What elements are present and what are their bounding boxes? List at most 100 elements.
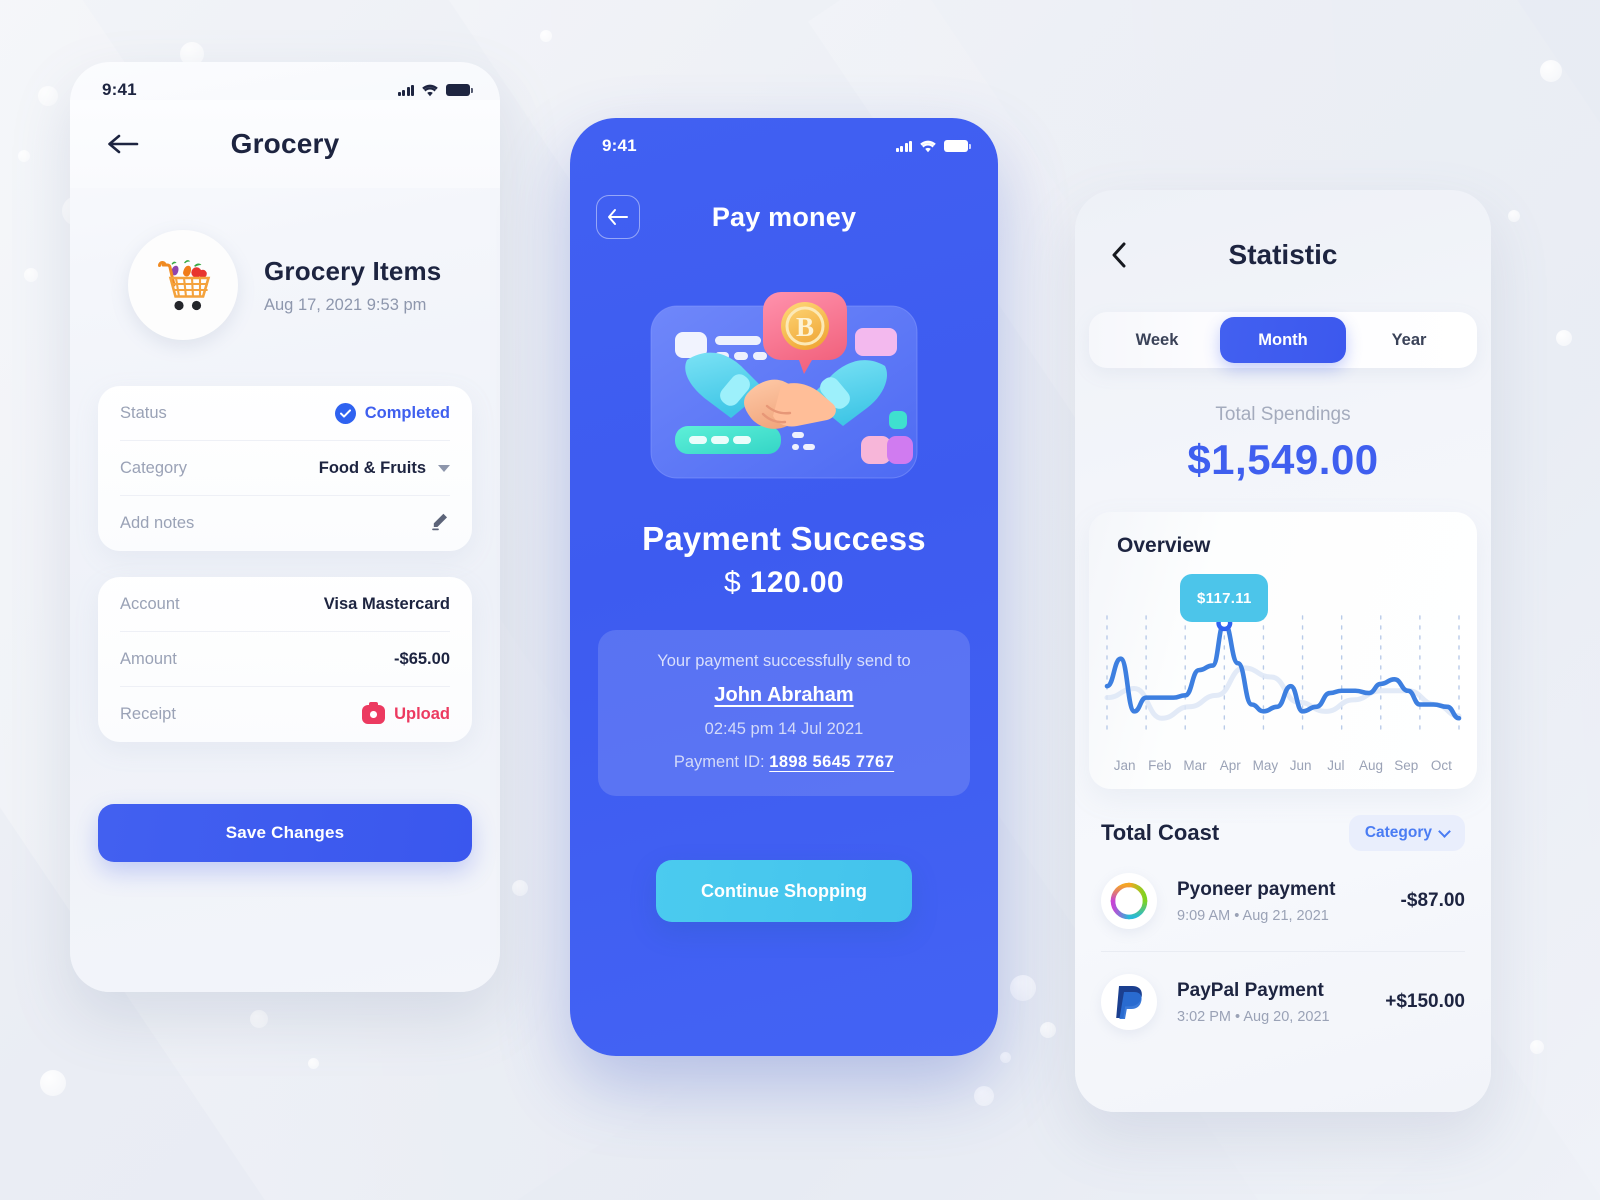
svg-text:B: B — [796, 312, 814, 342]
bg-bokeh — [974, 1086, 994, 1106]
shopping-cart-icon — [128, 230, 238, 340]
x-tick-label: Apr — [1219, 758, 1241, 773]
row-receipt[interactable]: Receipt Upload — [120, 687, 450, 742]
recipient-name[interactable]: John Abraham — [612, 684, 956, 707]
tab-month[interactable]: Month — [1220, 317, 1346, 363]
category-filter-label: Category — [1364, 824, 1432, 841]
row-value: -$65.00 — [394, 649, 450, 668]
status-bar-time: 9:41 — [602, 136, 637, 155]
x-tick-label: May — [1252, 758, 1279, 773]
row-category[interactable]: Category Food & Fruits — [120, 441, 450, 496]
chart-canvas — [1104, 615, 1462, 737]
grocery-item-name: Grocery Items — [264, 255, 442, 286]
battery-icon — [944, 140, 971, 152]
transaction-name: PayPal Payment — [1177, 979, 1324, 1001]
row-add-notes[interactable]: Add notes — [120, 496, 450, 551]
caret-down-icon[interactable] — [438, 464, 450, 472]
3d-payment-illustration: B — [629, 274, 939, 486]
transaction-date: Aug 20, 2021 — [1243, 1008, 1330, 1025]
phone-screen-statistic: Statistic Week Month Year Total Spending… — [1075, 190, 1491, 1112]
pencil-edit-icon[interactable] — [430, 511, 450, 536]
bg-bokeh — [18, 150, 30, 162]
total-coast-title: Total Coast — [1101, 820, 1220, 845]
transaction-amount: +$150.00 — [1385, 991, 1465, 1012]
total-spendings-value: $1,549.00 — [1187, 436, 1379, 483]
transaction-name: Pyoneer payment — [1177, 878, 1336, 900]
status-bar: 9:41 — [570, 118, 998, 156]
battery-icon — [446, 84, 473, 96]
status-badge: Completed — [364, 403, 450, 422]
x-tick-label: Jan — [1113, 758, 1136, 773]
payment-success-block: Payment Success $ 120.00 — [570, 520, 998, 600]
x-tick-label: Mar — [1183, 758, 1207, 773]
chart-x-axis: Jan Feb Mar Apr May Jun Jul Aug Sep Oct — [1089, 758, 1477, 773]
total-spendings-block: Total Spendings $1,549.00 — [1075, 404, 1491, 484]
meta-separator: • — [1234, 907, 1240, 924]
grocery-header: Grocery — [70, 100, 500, 188]
x-tick-label: Feb — [1148, 758, 1172, 773]
overview-line-chart[interactable]: $117.11 — [1089, 574, 1477, 754]
bg-bokeh — [1000, 1052, 1011, 1063]
row-label: Receipt — [120, 705, 176, 723]
payment-id-value[interactable]: 1898 5645 7767 — [769, 753, 894, 771]
bg-bokeh — [1508, 210, 1520, 222]
phone-screen-pay-money: 9:41 Pay money B Payment Success $ 120.0… — [570, 118, 998, 1056]
wifi-icon — [422, 84, 438, 96]
x-tick-label: Oct — [1430, 758, 1452, 773]
row-value[interactable]: Upload — [362, 702, 450, 724]
chart-tooltip: $117.11 — [1180, 574, 1269, 622]
payment-id-label: Payment ID: — [673, 753, 765, 771]
x-tick-label: Jul — [1327, 758, 1345, 773]
bg-bokeh — [1530, 1040, 1544, 1054]
row-amount[interactable]: Amount -$65.00 — [120, 632, 450, 687]
grocery-identity: Grocery Items Aug 17, 2021 9:53 pm — [70, 188, 500, 340]
transaction-time: 3:02 PM — [1177, 1008, 1231, 1025]
phone-screen-grocery: 9:41 Grocery Grocery Items Aug 17, 2021 … — [70, 62, 500, 992]
tab-year[interactable]: Year — [1346, 317, 1472, 363]
bg-bokeh — [38, 86, 58, 106]
list-item[interactable]: PayPal Payment 3:02 PM • Aug 20, 2021 +$… — [1101, 952, 1465, 1052]
camera-icon — [362, 702, 386, 724]
row-value: Completed — [334, 402, 450, 424]
total-coast-header: Total Coast Category — [1101, 815, 1465, 851]
bg-bokeh — [512, 880, 528, 896]
bg-bokeh — [308, 1058, 319, 1069]
transaction-date: Aug 21, 2021 — [1242, 907, 1329, 924]
row-label: Status — [120, 403, 167, 422]
row-account[interactable]: Account Visa Mastercard — [120, 577, 450, 632]
back-arrow-icon[interactable] — [106, 132, 140, 156]
x-tick-label: Sep — [1394, 758, 1419, 773]
grocery-item-date: Aug 17, 2021 9:53 pm — [264, 295, 427, 314]
total-spendings-label: Total Spendings — [1215, 404, 1351, 425]
details-card: Status Completed Category Food & Fruits … — [98, 386, 472, 551]
upload-link[interactable]: Upload — [394, 705, 450, 724]
transaction-meta: 3:02 PM • Aug 20, 2021 — [1177, 1009, 1365, 1025]
row-status[interactable]: Status Completed — [120, 386, 450, 441]
bg-bokeh — [1556, 330, 1572, 346]
save-changes-button[interactable]: Save Changes — [98, 804, 472, 862]
statistic-header: Statistic — [1075, 224, 1491, 286]
payment-success-title: Payment Success — [642, 520, 926, 557]
bg-bokeh — [540, 30, 552, 42]
tab-week[interactable]: Week — [1094, 317, 1220, 363]
list-item[interactable]: Pyoneer payment 9:09 AM • Aug 21, 2021 -… — [1101, 851, 1465, 952]
paypal-icon — [1101, 974, 1157, 1030]
bg-bokeh — [250, 1010, 268, 1028]
back-arrow-icon[interactable] — [596, 195, 640, 239]
bg-bokeh — [1540, 60, 1562, 82]
payoneer-rainbow-ring-icon — [1101, 873, 1157, 929]
transaction-time: 9:09 AM — [1177, 907, 1231, 924]
payment-id-row: Payment ID: 1898 5645 7767 — [612, 753, 956, 772]
page-title: Statistic — [1228, 239, 1338, 270]
wifi-icon — [920, 140, 936, 152]
bg-bokeh — [1040, 1022, 1056, 1038]
chevron-left-icon[interactable] — [1109, 241, 1131, 269]
x-tick-label: Aug — [1359, 758, 1384, 773]
overview-title: Overview — [1117, 534, 1211, 557]
payment-info-card: Your payment successfully send to John A… — [598, 630, 970, 796]
overview-card: Overview $117.11 Jan Feb Mar Apr May Jun Jul Au… — [1089, 512, 1477, 789]
row-label: Account — [120, 594, 180, 613]
chevron-down-icon — [1438, 824, 1451, 838]
category-filter-button[interactable]: Category — [1348, 815, 1465, 851]
continue-shopping-button[interactable]: Continue Shopping — [656, 860, 912, 922]
